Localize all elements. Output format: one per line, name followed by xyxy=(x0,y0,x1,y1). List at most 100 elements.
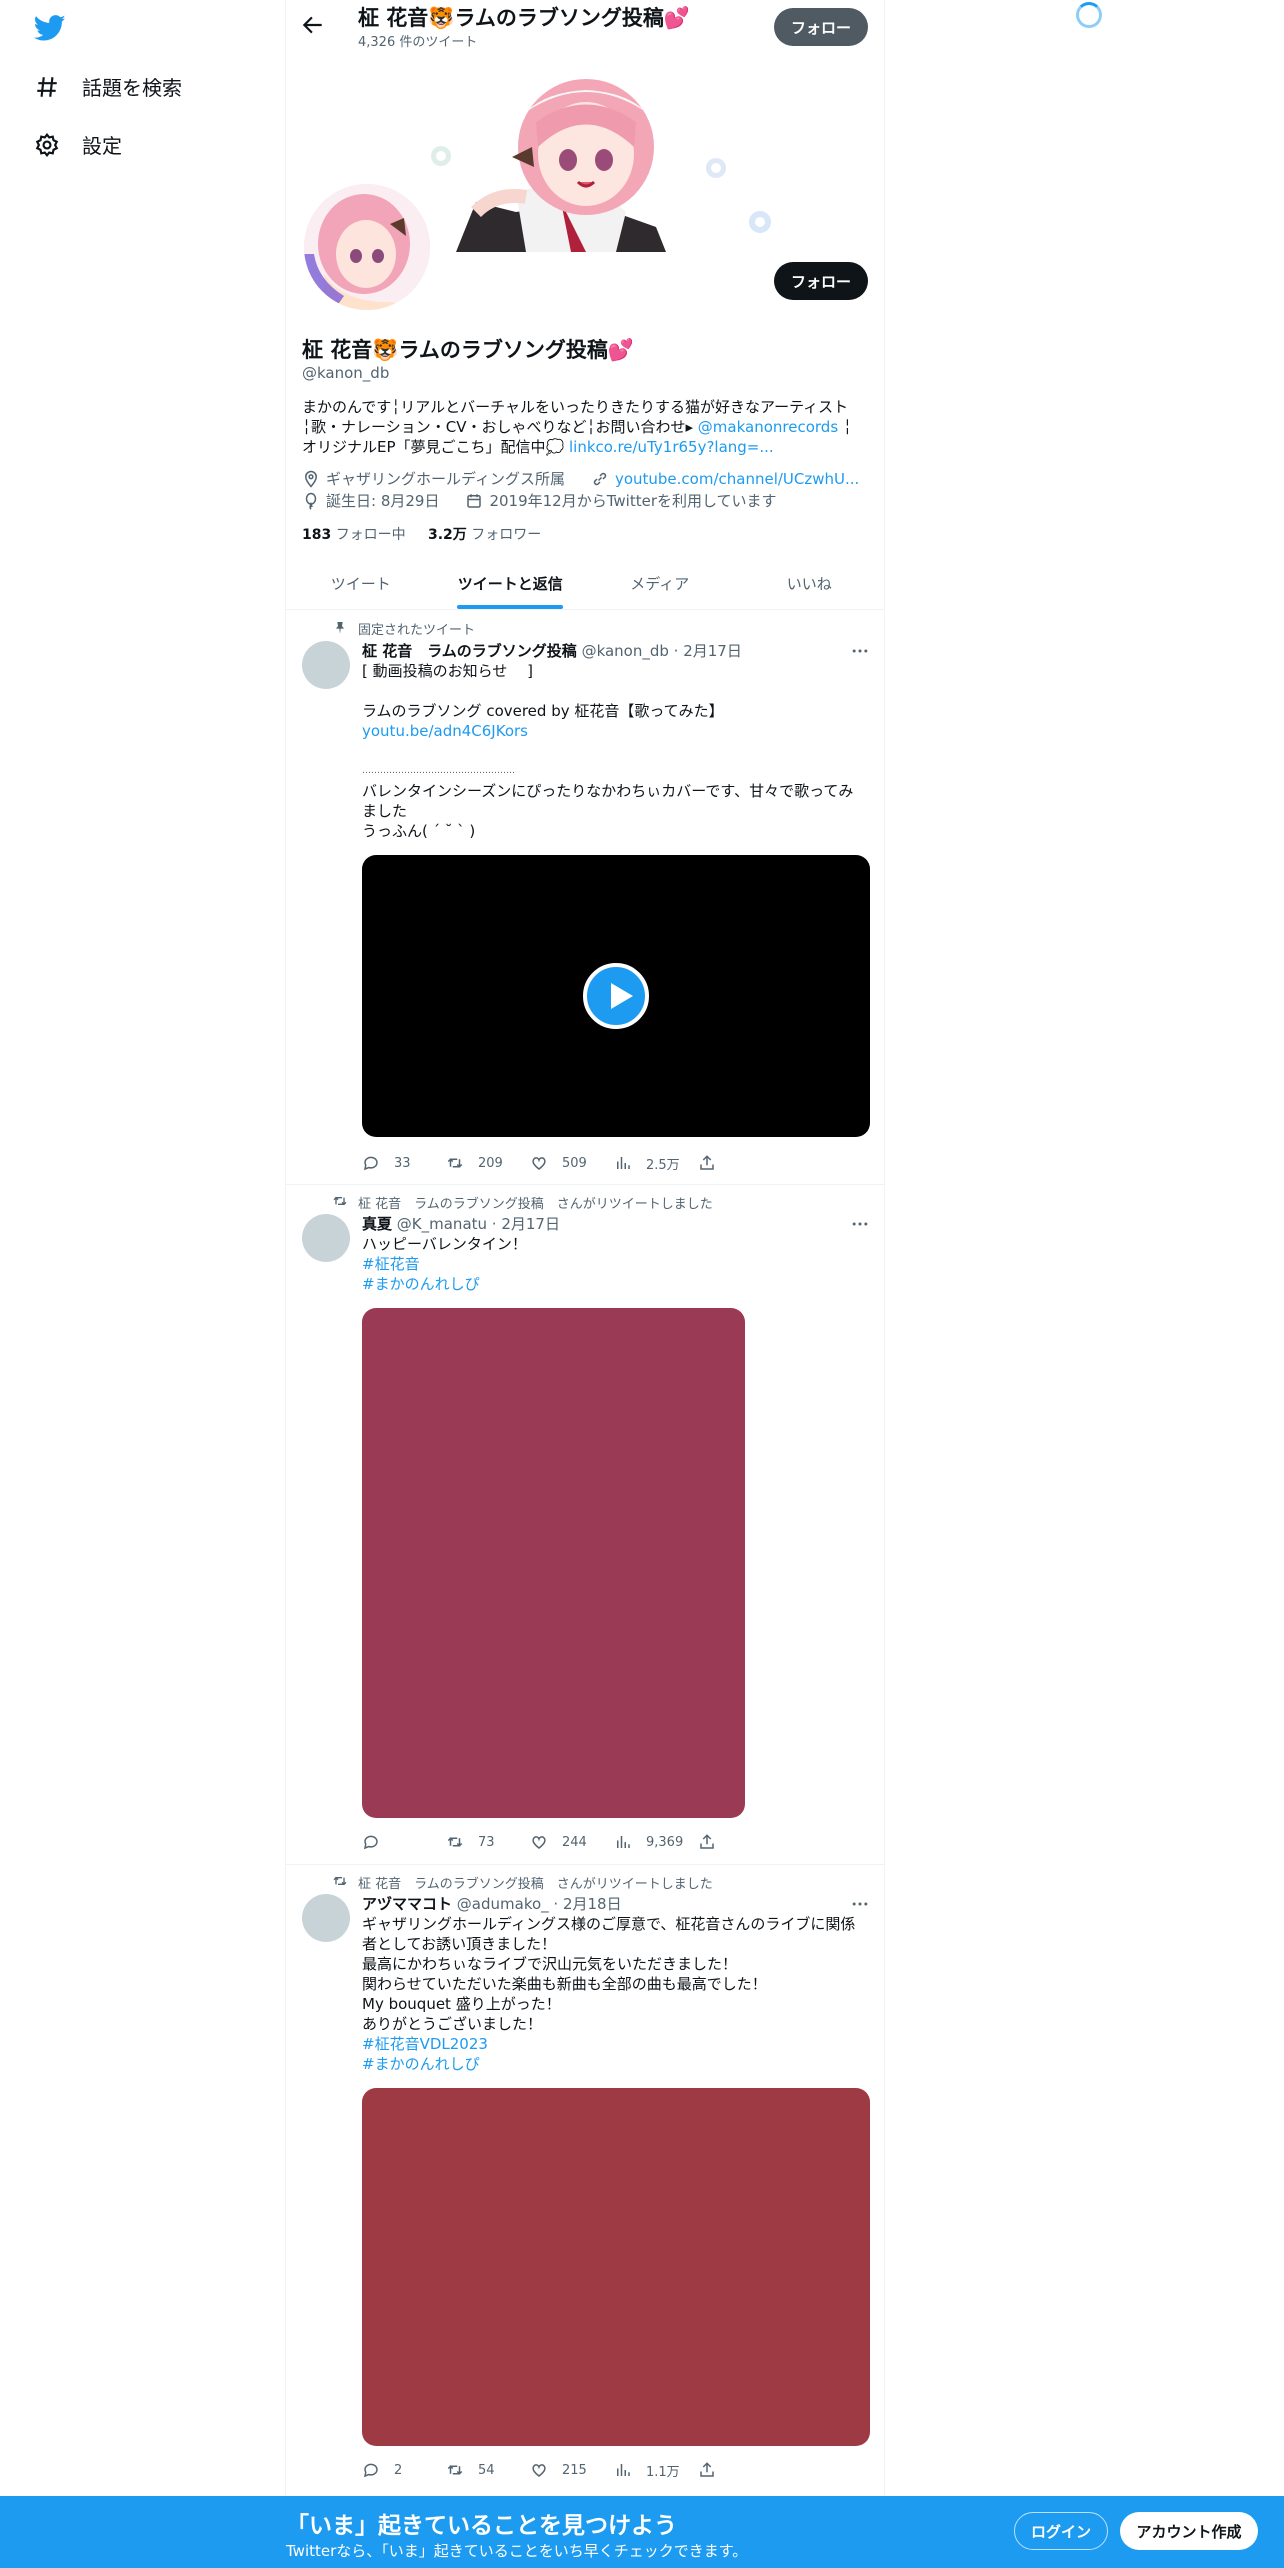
share-button[interactable] xyxy=(698,1830,782,1854)
more-options-icon[interactable] xyxy=(850,1214,870,1234)
reply-button[interactable] xyxy=(362,1830,446,1854)
header-title: 柾 花音🐯ラムのラブソング投稿💕 xyxy=(358,6,690,30)
avatar[interactable] xyxy=(302,641,350,689)
retweet-small-icon xyxy=(333,1196,347,1206)
tweet-author-name[interactable]: 真夏 xyxy=(362,1215,392,1233)
pin-icon xyxy=(336,622,344,634)
tweet-line: バレンタインシーズンにぴったりなかわちぃカバーです、甘々で歌ってみ xyxy=(362,782,854,800)
tweet[interactable]: 柾 花音 ラムのラブソング投稿 さんがリツイートしました アヅママコト @adu… xyxy=(286,1866,884,2496)
tweet-line: My bouquet 盛り上がった！ xyxy=(362,1995,561,2013)
like-button[interactable]: 509 xyxy=(530,1151,614,1175)
header-follow-button[interactable]: フォロー xyxy=(774,8,868,46)
tweet-line: ギャザリングホールディングス様のご厚意で、柾花音さんのライブに関係 xyxy=(362,1915,856,1933)
views-button[interactable]: 2.5万 xyxy=(614,1151,698,1175)
bio-mention-link[interactable]: @makanonrecords xyxy=(698,418,838,436)
tweet-header: 柾 花音 ラムのラブソング投稿 @kanon_db · 2月17日 xyxy=(362,640,742,661)
profile-meta-row-2: 誕生日: 8月29日 2019年12月からTwitterを利用しています xyxy=(302,490,777,511)
tweet-author-name[interactable]: アヅママコト xyxy=(362,1895,452,1913)
bio-line: ╎歌・ナレーション・CV・おしゃべりなど╎お問い合わせ▸ @makanonrec… xyxy=(302,417,872,437)
calendar-icon xyxy=(467,493,482,508)
tweet-image[interactable] xyxy=(362,1308,745,1818)
avatar[interactable] xyxy=(302,1214,350,1262)
followers-count: 3.2万 xyxy=(427,527,467,543)
login-button[interactable]: ログイン xyxy=(1014,2512,1108,2550)
bio-url-link[interactable]: linkco.re/uTy1r65y?lang=... xyxy=(569,438,774,456)
tab-media[interactable]: メディア xyxy=(585,558,735,609)
more-options-icon[interactable] xyxy=(850,641,870,661)
signup-bottom-bar: 「いま」起きていることを見つけよう Twitterなら、「いま」起きていることを… xyxy=(0,2496,1284,2568)
profile-name: 柾 花音🐯ラムのラブソング投稿💕 xyxy=(302,338,634,362)
tweet-image[interactable] xyxy=(362,2088,870,2446)
like-count: 244 xyxy=(562,1834,587,1850)
views-chart-icon xyxy=(617,1157,630,1169)
tweet-line: うっふん( ´ ˘ ` ) xyxy=(362,822,476,840)
tweet-actions: 33 209 509 2.5万 xyxy=(362,1151,782,1175)
profile-joined: 2019年12月からTwitterを利用しています xyxy=(489,492,777,510)
back-arrow-icon[interactable] xyxy=(300,12,326,38)
tweet[interactable]: 固定されたツイート 柾 花音 ラムのラブソング投稿 @kanon_db · 2月… xyxy=(286,611,884,1185)
link-icon xyxy=(593,472,607,485)
view-count: 1.1万 xyxy=(646,2464,680,2480)
profile-website-link[interactable]: youtube.com/channel/UCzwhU... xyxy=(615,470,859,488)
like-button[interactable]: 215 xyxy=(530,2458,614,2482)
retweet-icon xyxy=(447,1158,463,1168)
share-button[interactable] xyxy=(698,2458,782,2482)
reply-button[interactable]: 2 xyxy=(362,2458,446,2482)
heart-icon xyxy=(532,2464,546,2477)
more-options-icon[interactable] xyxy=(850,1894,870,1914)
tweet-line: 者としてお誘い頂きました！ xyxy=(362,1935,557,1953)
followers-link[interactable]: 3.2万 フォロワー xyxy=(428,527,541,543)
retweet-small-icon xyxy=(333,1876,347,1886)
tweet[interactable]: 柾 花音 ラムのラブソング投稿 さんがリツイートしました 真夏 @K_manat… xyxy=(286,1186,884,1865)
tweet-handle-date[interactable]: @kanon_db · 2月17日 xyxy=(582,642,742,660)
retweet-count: 73 xyxy=(478,1834,495,1850)
retweet-button[interactable]: 209 xyxy=(446,1151,530,1175)
hashtag-link[interactable]: #柾花音VDL2023 xyxy=(362,2034,870,2054)
tweet-social-context: 柾 花音 ラムのラブソング投稿 さんがリツイートしました xyxy=(358,1197,713,1212)
retweet-button[interactable]: 73 xyxy=(446,1830,530,1854)
tab-tweets-and-replies[interactable]: ツイートと返信 xyxy=(436,558,586,609)
nav-settings[interactable]: 設定 xyxy=(34,130,122,159)
tweet-link[interactable]: youtu.be/adn4C6JKors xyxy=(362,721,870,741)
tweet-handle-date[interactable]: @K_manatu · 2月17日 xyxy=(397,1215,560,1233)
tweet-handle-date[interactable]: @adumako_ · 2月18日 xyxy=(457,1895,622,1913)
hashtag-link[interactable]: #まかのんれしぴ xyxy=(362,2054,870,2074)
twitter-logo-icon[interactable] xyxy=(34,12,66,44)
signup-button[interactable]: アカウント作成 xyxy=(1120,2512,1258,2550)
gear-icon xyxy=(35,132,59,157)
like-button[interactable]: 244 xyxy=(530,1830,614,1854)
avatar[interactable] xyxy=(302,1894,350,1942)
tab-tweets[interactable]: ツイート xyxy=(286,558,436,609)
hashtag-link[interactable]: #まかのんれしぴ xyxy=(362,1274,870,1294)
profile-birthday: 誕生日: 8月29日 xyxy=(326,492,440,510)
bottom-bar-subtext: Twitterなら、「いま」起きていることをいち早くチェックできます。 xyxy=(286,2542,748,2560)
tweet-author-name[interactable]: 柾 花音 ラムのラブソング投稿 xyxy=(362,642,577,660)
tweet-video[interactable] xyxy=(362,855,870,1137)
tweet-text: [ 動画投稿のお知らせ ] ラムのラブソング covered by 柾花音【歌っ… xyxy=(362,661,870,841)
nav-explore-label: 話題を検索 xyxy=(82,76,182,100)
views-button[interactable]: 9,369 xyxy=(614,1830,698,1854)
tweet-line: ハッピーバレンタイン！ xyxy=(362,1235,527,1253)
nav-explore[interactable]: 話題を検索 xyxy=(34,72,182,101)
hashtag-link[interactable]: #柾花音 xyxy=(362,1254,870,1274)
views-button[interactable]: 1.1万 xyxy=(614,2458,698,2482)
tweet-header: アヅママコト @adumako_ · 2月18日 xyxy=(362,1893,622,1914)
tweet-header: 真夏 @K_manatu · 2月17日 xyxy=(362,1213,560,1234)
following-link[interactable]: 183 フォロー中 xyxy=(302,527,406,543)
reply-button[interactable]: 33 xyxy=(362,1151,446,1175)
profile-follow-button[interactable]: フォロー xyxy=(774,262,868,300)
tweet-line: …………………………………………… xyxy=(362,766,515,776)
hashtag-icon xyxy=(37,76,57,97)
share-icon xyxy=(700,1155,714,1170)
views-chart-icon xyxy=(617,1836,630,1848)
share-button[interactable] xyxy=(698,1151,782,1175)
profile-avatar[interactable] xyxy=(300,180,434,314)
views-chart-icon xyxy=(617,2464,630,2476)
retweet-button[interactable]: 54 xyxy=(446,2458,530,2482)
bio-line: まかのんです╎リアルとバーチャルをいったりきたりする猫が好きなアーティスト xyxy=(302,398,849,416)
tweet-line: 最高にかわちぃなライブで沢山元気をいただきました！ xyxy=(362,1955,738,1973)
profile-handle: @kanon_db xyxy=(302,364,390,382)
tab-likes[interactable]: いいね xyxy=(735,558,885,609)
bio-text: ╎歌・ナレーション・CV・おしゃべりなど╎お問い合わせ▸ xyxy=(302,418,698,436)
play-button-icon[interactable] xyxy=(583,963,649,1029)
